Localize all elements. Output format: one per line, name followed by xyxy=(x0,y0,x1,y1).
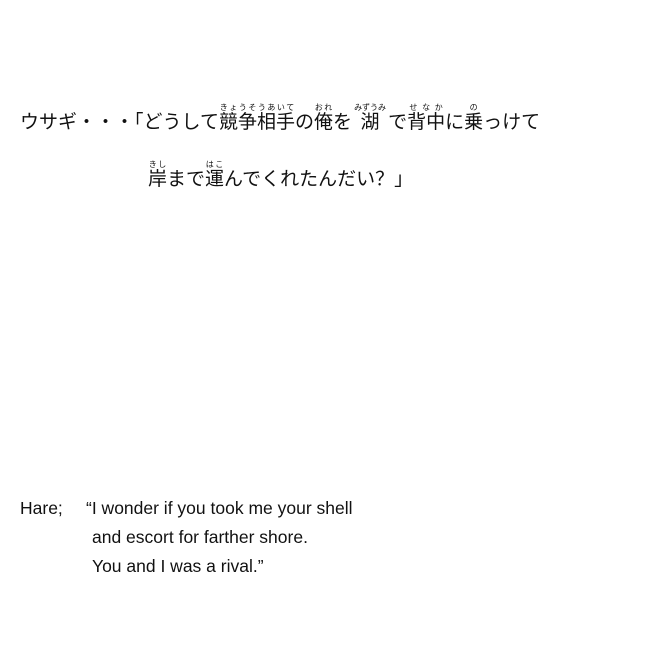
ruby-no: 乗の xyxy=(464,103,484,133)
japanese-dialogue-line-2: 岸きしまで運はこんでくれたんだい？」 xyxy=(148,160,413,189)
kanji-kishi: 岸 xyxy=(148,168,168,190)
kanji-ore: 俺 xyxy=(314,111,334,133)
kanji-senaka: 背中 xyxy=(407,111,446,133)
text-segment: の xyxy=(294,111,314,133)
kanji-no: 乗 xyxy=(464,111,484,133)
text-segment: に xyxy=(445,111,465,133)
furigana-kyousouaite: きょうそうあいて xyxy=(218,103,295,112)
kanji-hako: 運 xyxy=(205,168,225,190)
text-segment: どうして xyxy=(143,111,219,133)
text-segment: で xyxy=(382,111,408,133)
text-segment: んでくれたんだい？」 xyxy=(224,168,414,190)
ruby-kyousouaite: 競争相手きょうそうあいて xyxy=(218,103,295,133)
kanji-kyousouaite: 競争相手 xyxy=(218,111,295,133)
english-dialogue-line-1: “I wonder if you took me your shell xyxy=(86,498,353,518)
furigana-mizuumi: みずうみ xyxy=(354,103,387,112)
open-quote: 「 xyxy=(134,111,144,133)
ruby-mizuumi: 湖みずうみ xyxy=(354,103,386,133)
text-segment: っけて xyxy=(483,111,541,133)
furigana-senaka: せなか xyxy=(407,103,446,112)
english-dialogue-line-3: You and I was a rival.” xyxy=(92,556,264,576)
furigana-hako: はこ xyxy=(205,160,225,169)
ruby-ore: 俺おれ xyxy=(314,103,334,133)
english-dialogue-line-2: and escort for farther shore. xyxy=(92,527,308,547)
furigana-no: の xyxy=(464,103,484,112)
japanese-dialogue-line-1: ウサギ・・・「どうして競争相手きょうそうあいての俺おれを 湖みずうみ で背中せな… xyxy=(20,103,540,132)
furigana-ore: おれ xyxy=(314,103,334,112)
furigana-kishi: きし xyxy=(148,160,168,169)
ruby-kishi: 岸きし xyxy=(148,160,168,190)
speaker-label-en: Hare; xyxy=(20,498,63,518)
ruby-hako: 運はこ xyxy=(205,160,225,190)
text-segment: まで xyxy=(167,168,206,190)
page: ウサギ・・・「どうして競争相手きょうそうあいての俺おれを 湖みずうみ で背中せな… xyxy=(0,0,669,669)
speaker-label-jp: ウサギ・・・ xyxy=(20,111,135,133)
ruby-senaka: 背中せなか xyxy=(407,103,446,133)
